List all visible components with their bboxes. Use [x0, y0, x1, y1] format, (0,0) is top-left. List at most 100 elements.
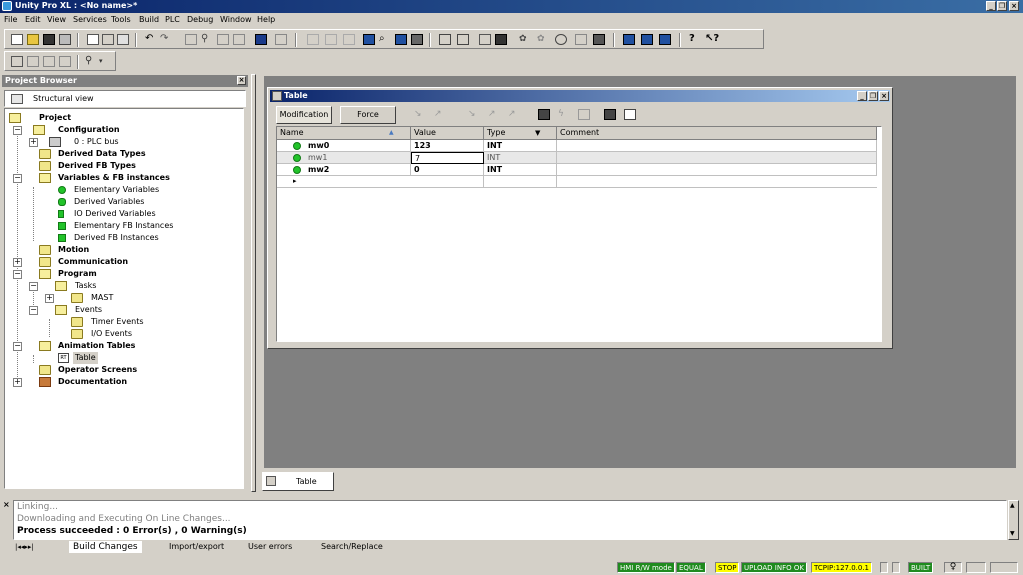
- table-minimize-button[interactable]: _: [857, 91, 867, 101]
- table-row[interactable]: mw1 7 INT: [277, 152, 877, 164]
- connect-icon[interactable]: [439, 34, 451, 45]
- expand-icon[interactable]: +: [13, 258, 22, 267]
- help-icon[interactable]: ?: [689, 34, 701, 45]
- cut-icon[interactable]: [102, 34, 114, 45]
- collapse-icon[interactable]: −: [13, 342, 22, 351]
- multi-icon[interactable]: [578, 109, 590, 120]
- menu-window[interactable]: Window: [220, 15, 252, 24]
- menu-edit[interactable]: Edit: [25, 15, 41, 24]
- column-comment[interactable]: Comment: [557, 127, 877, 140]
- tile-horizontal-icon[interactable]: [641, 34, 653, 45]
- binoculars-icon[interactable]: ⌕: [379, 34, 391, 45]
- search-icon[interactable]: ⚲: [201, 34, 213, 45]
- force-zero-icon[interactable]: ↗: [488, 109, 500, 120]
- scroll-down-icon[interactable]: ▼: [1010, 530, 1015, 537]
- grid-icon[interactable]: [538, 109, 550, 120]
- menu-debug[interactable]: Debug: [187, 15, 213, 24]
- export-icon[interactable]: [624, 109, 636, 120]
- tile-vertical-icon[interactable]: [659, 34, 671, 45]
- table-view-icon[interactable]: [395, 34, 407, 45]
- menu-services[interactable]: Services: [73, 15, 107, 24]
- menu-help[interactable]: Help: [257, 15, 275, 24]
- menu-file[interactable]: File: [4, 15, 17, 24]
- output-close-icon[interactable]: ×: [3, 500, 11, 514]
- structural-view-icon[interactable]: [11, 56, 23, 67]
- value-edit-field[interactable]: 7: [411, 152, 484, 164]
- scroll-up-icon[interactable]: ▲: [1010, 502, 1015, 509]
- init-icon[interactable]: [555, 34, 567, 45]
- restore-button[interactable]: ❐: [997, 1, 1007, 11]
- collapse-icon[interactable]: −: [13, 126, 22, 135]
- tab-search-replace[interactable]: Search/Replace: [321, 541, 383, 553]
- split-view-icon[interactable]: [43, 56, 55, 67]
- diagnostic-icon[interactable]: [593, 34, 605, 45]
- paste-icon[interactable]: [117, 34, 129, 45]
- run-icon[interactable]: ✿: [519, 34, 531, 45]
- analyze-icon[interactable]: [307, 34, 319, 45]
- rebuild-icon[interactable]: [343, 34, 355, 45]
- redo-icon[interactable]: ↷: [160, 34, 172, 45]
- context-help-icon[interactable]: ↖?: [705, 34, 719, 45]
- set-value-icon[interactable]: ↘: [414, 109, 426, 120]
- expand-icon[interactable]: +: [45, 294, 54, 303]
- collapse-icon[interactable]: −: [13, 270, 22, 279]
- zoom-dropdown-icon[interactable]: ▾: [99, 56, 111, 67]
- force-button[interactable]: Force: [340, 106, 396, 124]
- zoom-icon[interactable]: ⚲: [85, 56, 97, 67]
- save-icon[interactable]: [43, 34, 55, 45]
- menu-plc[interactable]: PLC: [165, 15, 180, 24]
- column-type[interactable]: Type: [484, 127, 557, 140]
- replace-icon[interactable]: [217, 34, 229, 45]
- functional-view-icon[interactable]: [27, 56, 39, 67]
- type-filter-dropdown-icon[interactable]: ▼: [535, 129, 540, 137]
- expand-icon[interactable]: +: [13, 378, 22, 387]
- force-one-icon[interactable]: ↘: [468, 109, 480, 120]
- tab-scroll-arrows[interactable]: |◂◂▸▸|: [15, 541, 67, 553]
- table-close-button[interactable]: ×: [879, 91, 889, 101]
- new-icon[interactable]: [11, 34, 23, 45]
- transfer-icon[interactable]: [479, 34, 491, 45]
- collapse-icon[interactable]: −: [29, 282, 38, 291]
- plc-icon[interactable]: [495, 34, 507, 45]
- disconnect-icon[interactable]: [457, 34, 469, 45]
- tab-user-errors[interactable]: User errors: [248, 541, 292, 553]
- collapse-icon[interactable]: −: [13, 174, 22, 183]
- table-restore-button[interactable]: ❐: [868, 91, 878, 101]
- collapse-icon[interactable]: −: [29, 306, 38, 315]
- table-window-titlebar[interactable]: Table _ ❐ ×: [270, 90, 890, 102]
- menu-build[interactable]: Build: [139, 15, 159, 24]
- output-scrollbar[interactable]: ▲ ▼: [1008, 500, 1019, 540]
- lightning-icon[interactable]: ϟ: [558, 109, 570, 120]
- memory-icon[interactable]: [575, 34, 587, 45]
- list-view-icon[interactable]: [59, 56, 71, 67]
- edit-icon[interactable]: [604, 109, 616, 120]
- reset-value-icon[interactable]: ↗: [434, 109, 446, 120]
- unforce-icon[interactable]: ↗: [508, 109, 520, 120]
- stop-icon[interactable]: ✿: [537, 34, 549, 45]
- splitter[interactable]: [251, 74, 256, 492]
- project-browser-close-icon[interactable]: ×: [237, 76, 246, 85]
- print-icon[interactable]: [59, 34, 71, 45]
- screen-icon[interactable]: [255, 34, 267, 45]
- column-value[interactable]: Value: [411, 127, 484, 140]
- tab-build-changes[interactable]: Build Changes: [69, 541, 142, 553]
- import-icon[interactable]: [275, 34, 287, 45]
- table-row[interactable]: mw2 0 INT: [277, 164, 877, 176]
- modification-button[interactable]: Modification: [276, 106, 332, 124]
- menu-view[interactable]: View: [47, 15, 66, 24]
- window-icon[interactable]: [363, 34, 375, 45]
- menu-tools[interactable]: Tools: [111, 15, 131, 24]
- doc-tab-table[interactable]: Table: [262, 472, 334, 491]
- view-selector[interactable]: Structural view: [4, 90, 246, 107]
- open-icon[interactable]: [27, 34, 39, 45]
- close-button[interactable]: ×: [1009, 1, 1019, 11]
- tab-import-export[interactable]: Import/export: [169, 541, 224, 553]
- properties-icon[interactable]: [411, 34, 423, 45]
- undo-icon[interactable]: ↶: [145, 34, 157, 45]
- new-row[interactable]: ▸: [277, 176, 877, 188]
- table-row[interactable]: mw0 123 INT: [277, 140, 877, 152]
- copy-icon[interactable]: [87, 34, 99, 45]
- minimize-button[interactable]: _: [986, 1, 996, 11]
- browse-icon[interactable]: [233, 34, 245, 45]
- validate-icon[interactable]: [185, 34, 197, 45]
